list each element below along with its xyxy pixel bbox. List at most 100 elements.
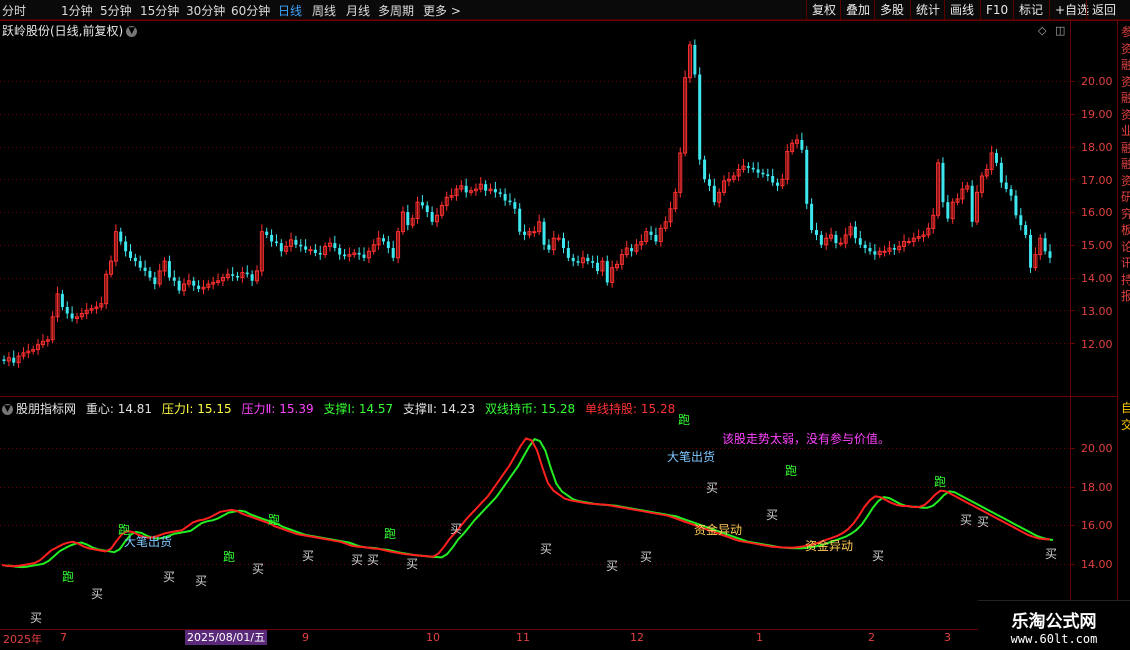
- signal-fund-move: 资金异动: [694, 523, 743, 537]
- candle-body: [493, 189, 497, 193]
- chart-canvas: [0, 20, 1130, 630]
- side-panel-text[interactable]: 参资融资融资业融融资研究板论讯持报: [1121, 24, 1130, 394]
- indicator-value-center: 重心: 14.81: [85, 402, 153, 416]
- candle-body: [771, 175, 775, 183]
- signal-run: 跑: [223, 550, 236, 564]
- signal-buy: 买: [406, 557, 419, 571]
- indicator-tick: 18.00: [1081, 481, 1113, 494]
- signal-run: 跑: [268, 513, 281, 527]
- candle-body: [863, 244, 867, 249]
- indicator-tick: 14.00: [1081, 558, 1113, 571]
- price-tick: 20.00: [1081, 75, 1113, 88]
- date-tick: 2025年: [3, 633, 42, 646]
- candle-body: [810, 203, 814, 231]
- candle-body: [231, 274, 235, 276]
- candle-body: [654, 234, 658, 242]
- candle-body: [596, 262, 600, 271]
- candle-body: [868, 248, 872, 252]
- candle-body: [892, 248, 896, 250]
- signal-buy: 买: [640, 550, 653, 564]
- candle-body: [805, 149, 809, 204]
- candle-body: [591, 261, 595, 263]
- candle-body: [994, 153, 998, 163]
- indicator-name[interactable]: 股朋指标网: [16, 402, 76, 416]
- signal-buy: 买: [540, 542, 553, 556]
- candle-body: [503, 193, 507, 201]
- signal-run: 跑: [678, 413, 691, 427]
- candle-body: [279, 243, 283, 252]
- date-tick: 7: [60, 631, 67, 644]
- candle-body: [313, 249, 317, 253]
- candle-body: [484, 184, 488, 191]
- candle-body: [192, 280, 196, 286]
- candle-body: [586, 257, 590, 262]
- candle-body: [518, 208, 522, 232]
- signal-run: 跑: [934, 475, 947, 489]
- candle-body: [148, 270, 152, 278]
- watermark-url: www.60lt.com: [1010, 632, 1098, 646]
- signal-run: 跑: [785, 464, 798, 478]
- price-tick: 14.00: [1081, 272, 1113, 285]
- signal-run: 跑: [62, 570, 75, 584]
- candle-body: [853, 226, 857, 239]
- candle-body: [464, 185, 468, 193]
- candle-body: [420, 202, 424, 206]
- candle-body: [508, 200, 512, 203]
- candle-body: [338, 248, 342, 255]
- date-tick: 3: [944, 631, 951, 644]
- signal-buy: 买: [872, 549, 885, 563]
- candle-body: [274, 241, 278, 244]
- candle-body: [532, 231, 537, 234]
- side-panel-lower[interactable]: 自交: [1121, 400, 1130, 440]
- candle-body: [946, 202, 950, 219]
- indicator-value-support-1: 支撑Ⅰ: 14.57: [323, 402, 394, 416]
- candle-body: [386, 241, 390, 249]
- candle-body: [547, 244, 551, 250]
- candle-body: [1029, 234, 1033, 268]
- candle-body: [698, 74, 702, 160]
- candle-body: [571, 257, 575, 262]
- candle-body: [542, 221, 546, 245]
- signal-fund-move: 资金异动: [805, 539, 854, 553]
- candle-body: [299, 244, 303, 247]
- candle-body: [1004, 182, 1008, 190]
- chevron-down-icon[interactable]: ▼: [2, 404, 13, 415]
- indicator-tick: 16.00: [1081, 519, 1113, 532]
- candle-body: [304, 246, 308, 250]
- candle-body: [513, 202, 517, 209]
- candle-body: [119, 231, 123, 242]
- signal-buy: 买: [766, 508, 779, 522]
- candle-body: [707, 179, 711, 186]
- price-tick: 13.00: [1081, 305, 1113, 318]
- candle-body: [649, 231, 653, 235]
- candle-body: [523, 231, 527, 235]
- indicator-value-support-2: 支撑Ⅱ: 14.23: [403, 402, 476, 416]
- price-tick: 12.00: [1081, 338, 1113, 351]
- candle-body: [561, 238, 565, 249]
- candle-body: [133, 257, 137, 262]
- watermark: 乐淘公式网 www.60lt.com: [978, 600, 1130, 650]
- candle-body: [65, 306, 69, 314]
- indicator-tick: 20.00: [1081, 442, 1113, 455]
- indicator-value-double-line: 双线持币: 15.28: [484, 402, 576, 416]
- candle-body: [838, 242, 843, 245]
- candle-body: [703, 159, 707, 180]
- candle-body: [858, 238, 862, 245]
- candle-body: [245, 272, 249, 275]
- candle-body: [294, 239, 298, 245]
- date-cursor: 2025/08/01/五: [185, 630, 268, 645]
- candle-body: [712, 185, 716, 203]
- date-tick: 11: [516, 631, 530, 644]
- candle-body: [250, 274, 254, 281]
- price-tick: 15.00: [1081, 239, 1113, 252]
- candle-body: [1014, 195, 1018, 216]
- candle-body: [430, 212, 434, 222]
- candle-body: [381, 238, 385, 242]
- candle-body: [167, 261, 171, 278]
- signal-buy: 买: [367, 553, 380, 567]
- date-tick: 1: [756, 631, 763, 644]
- candle-body: [425, 205, 429, 212]
- candle-body: [693, 44, 697, 75]
- price-tick: 17.00: [1081, 174, 1113, 187]
- watermark-title: 乐淘公式网: [1011, 612, 1097, 632]
